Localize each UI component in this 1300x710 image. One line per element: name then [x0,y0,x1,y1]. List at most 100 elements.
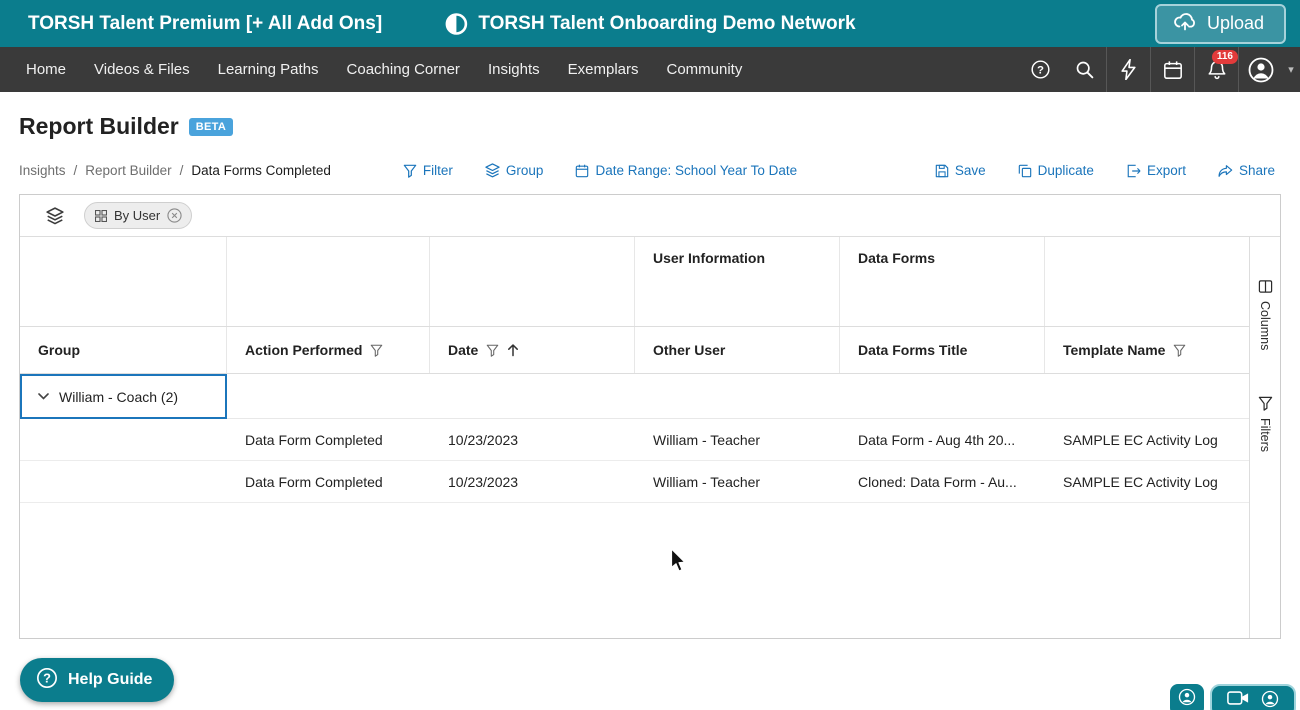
main-content: Report Builder BETA Insights / Report Bu… [0,113,1300,639]
export-button[interactable]: Export [1126,163,1186,178]
report-grid: User Information Data Forms Group Action… [20,237,1249,638]
empty-cell [430,374,635,419]
group-header-empty [20,237,227,326]
help-guide-label: Help Guide [68,671,152,689]
search-icon[interactable] [1062,47,1106,92]
empty-cell [20,419,227,460]
cell-template-name: SAMPLE EC Activity Log [1045,419,1249,460]
svg-text:?: ? [1037,64,1044,76]
filter-funnel-icon[interactable] [1173,344,1186,357]
breadcrumb-insights[interactable]: Insights [19,163,66,178]
group-header-user-information: User Information [635,237,840,326]
cell-data-forms-title: Data Form - Aug 4th 20... [840,419,1045,460]
column-header-group[interactable]: Group [20,327,227,373]
user-avatar[interactable] [1238,47,1282,92]
nav-item-exemplars[interactable]: Exemplars [554,47,653,92]
page-title-row: Report Builder BETA [19,113,1281,140]
notification-count-badge: 116 [1212,50,1238,64]
save-label: Save [955,163,986,178]
cell-date: 10/23/2023 [430,419,635,460]
nav-icon-cluster: ? 116 ▾ [1018,47,1300,92]
columns-tab-label: Columns [1258,301,1272,350]
header-group-row: User Information Data Forms [20,237,1249,326]
column-header-row: Group Action Performed Date Other User D… [20,326,1249,374]
column-header-date[interactable]: Date [430,327,635,373]
calendar-icon[interactable] [1150,47,1194,92]
nav-item-videos-files[interactable]: Videos & Files [80,47,204,92]
breadcrumb-separator: / [180,163,184,178]
breadcrumb-separator: / [74,163,78,178]
person-icon [1261,690,1279,708]
video-camera-icon [1227,690,1249,706]
calendar-small-icon [575,164,589,178]
column-header-template-name[interactable]: Template Name [1045,327,1249,373]
side-rail: Columns Filters [1249,237,1280,638]
empty-cell [20,461,227,502]
column-header-data-forms-title[interactable]: Data Forms Title [840,327,1045,373]
quick-actions-bolt-icon[interactable] [1106,47,1150,92]
date-range-button[interactable]: Date Range: School Year To Date [575,163,797,178]
grouping-layers-icon[interactable] [46,207,64,225]
page-title: Report Builder [19,113,179,140]
sort-ascending-icon[interactable] [507,343,519,357]
app-window: TORSH Talent Premium [+ All Add Ons] TOR… [0,0,1300,710]
duplicate-label: Duplicate [1038,163,1094,178]
support-widget-button[interactable] [1170,684,1204,710]
share-button[interactable]: Share [1218,163,1275,178]
main-nav: Home Videos & Files Learning Paths Coach… [0,47,1300,92]
nav-item-home[interactable]: Home [12,47,80,92]
share-label: Share [1239,163,1275,178]
upload-label: Upload [1207,13,1264,34]
cell-template-name: SAMPLE EC Activity Log [1045,461,1249,502]
save-button[interactable]: Save [935,163,986,178]
group-row: William - Coach (2) [20,374,1249,419]
network-title: TORSH Talent Onboarding Demo Network [478,13,855,35]
chip-close-icon[interactable] [167,208,182,223]
chip-label: By User [114,208,160,223]
filter-funnel-icon[interactable] [486,344,499,357]
group-row-william-coach[interactable]: William - Coach (2) [20,374,227,419]
filters-panel-tab[interactable]: Filters [1258,396,1273,452]
export-icon [1126,164,1141,178]
report-table-container: By User User Information Data Forms [19,194,1281,639]
duplicate-button[interactable]: Duplicate [1018,163,1094,178]
share-icon [1218,164,1233,178]
columns-panel-tab[interactable]: Columns [1258,279,1273,350]
group-button[interactable]: Group [485,163,544,178]
product-title: TORSH Talent Premium [+ All Add Ons] [28,13,382,35]
cell-data-forms-title: Cloned: Data Form - Au... [840,461,1045,502]
nav-item-community[interactable]: Community [653,47,757,92]
breadcrumb-report-builder[interactable]: Report Builder [85,163,171,178]
svg-text:?: ? [43,670,51,685]
nav-item-insights[interactable]: Insights [474,47,554,92]
filter-button[interactable]: Filter [403,163,453,178]
group-by-user-chip[interactable]: By User [84,202,192,229]
toolbar-row: Insights / Report Builder / Data Forms C… [19,163,1281,178]
column-header-other-user[interactable]: Other User [635,327,840,373]
filter-funnel-icon[interactable] [370,344,383,357]
help-guide-button[interactable]: ? Help Guide [20,658,174,702]
layers-icon [485,163,500,178]
column-header-action-performed[interactable]: Action Performed [227,327,430,373]
cell-other-user: William - Teacher [635,419,840,460]
upload-button[interactable]: Upload [1155,4,1286,44]
empty-cell [840,374,1045,419]
filter-label: Filter [423,163,453,178]
date-range-label: Date Range: School Year To Date [595,163,797,178]
cell-other-user: William - Teacher [635,461,840,502]
profile-chevron-down-icon[interactable]: ▾ [1282,47,1300,92]
table-row[interactable]: Data Form Completed 10/23/2023 William -… [20,419,1249,461]
table-row[interactable]: Data Form Completed 10/23/2023 William -… [20,461,1249,503]
group-header-empty [430,237,635,326]
video-call-widget-button[interactable] [1210,684,1296,710]
group-header-empty [1045,237,1249,326]
grouping-bar: By User [20,195,1280,237]
help-icon[interactable]: ? [1018,47,1062,92]
cell-action-performed: Data Form Completed [227,419,430,460]
nav-item-coaching-corner[interactable]: Coaching Corner [333,47,474,92]
cell-action-performed: Data Form Completed [227,461,430,502]
network-title-group: TORSH Talent Onboarding Demo Network [444,0,855,47]
nav-item-learning-paths[interactable]: Learning Paths [204,47,333,92]
person-icon [1178,688,1196,706]
notifications-bell-icon[interactable]: 116 [1194,47,1238,92]
